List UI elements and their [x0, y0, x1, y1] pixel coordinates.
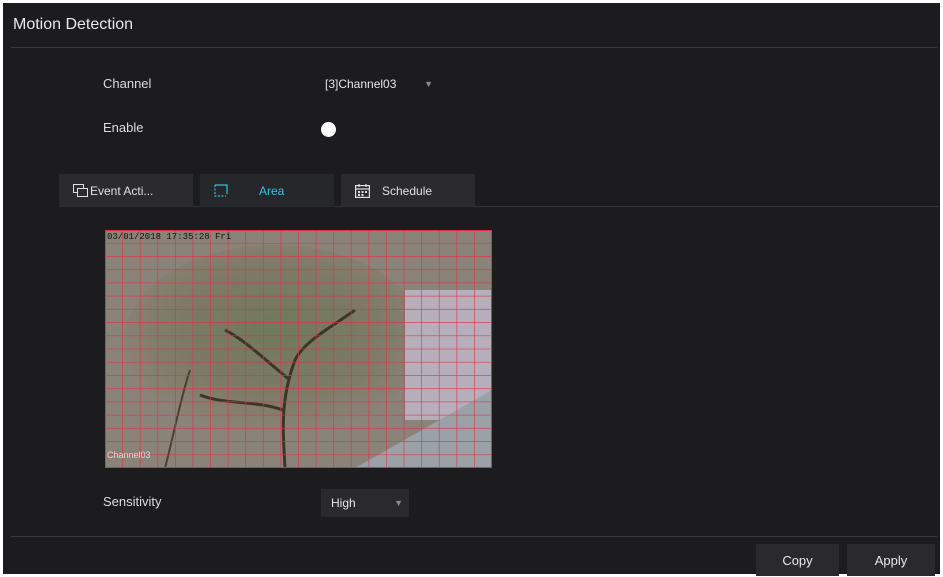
tab-schedule[interactable]: Schedule: [341, 174, 475, 207]
event-action-icon: [73, 184, 88, 197]
motion-grid-overlay: [105, 230, 492, 468]
divider: [11, 536, 937, 537]
sensitivity-select[interactable]: High ▼: [321, 489, 409, 517]
enable-label: Enable: [103, 120, 144, 135]
copy-button[interactable]: Copy: [756, 544, 839, 576]
motion-detection-panel: Motion Detection Channel [3]Channel03 ▼ …: [3, 3, 940, 576]
divider: [11, 47, 937, 48]
channel-value: [3]Channel03: [325, 77, 397, 91]
motion-area-preview[interactable]: 03/01/2018 17:35:28 Fri Channel03: [105, 230, 492, 468]
osd-channel-name: Channel03: [107, 450, 151, 460]
chevron-down-icon: ▼: [394, 498, 403, 508]
sensitivity-label: Sensitivity: [103, 494, 162, 509]
tab-event-action[interactable]: Event Acti...: [59, 174, 193, 207]
page-title: Motion Detection: [13, 16, 134, 33]
tab-label: Area: [259, 183, 285, 198]
enable-toggle[interactable]: [321, 122, 336, 137]
area-icon: [214, 184, 229, 197]
channel-select[interactable]: [3]Channel03 ▼: [321, 73, 439, 95]
channel-label: Channel: [103, 76, 152, 91]
osd-timestamp: 03/01/2018 17:35:28 Fri: [107, 232, 232, 242]
calendar-icon: [355, 183, 370, 198]
tab-label: Event Acti...: [90, 183, 154, 198]
chevron-down-icon: ▼: [424, 79, 433, 89]
apply-button[interactable]: Apply: [847, 544, 935, 576]
sensitivity-value: High: [331, 496, 356, 510]
tab-label: Schedule: [382, 183, 433, 198]
tab-area[interactable]: Area: [200, 174, 334, 207]
